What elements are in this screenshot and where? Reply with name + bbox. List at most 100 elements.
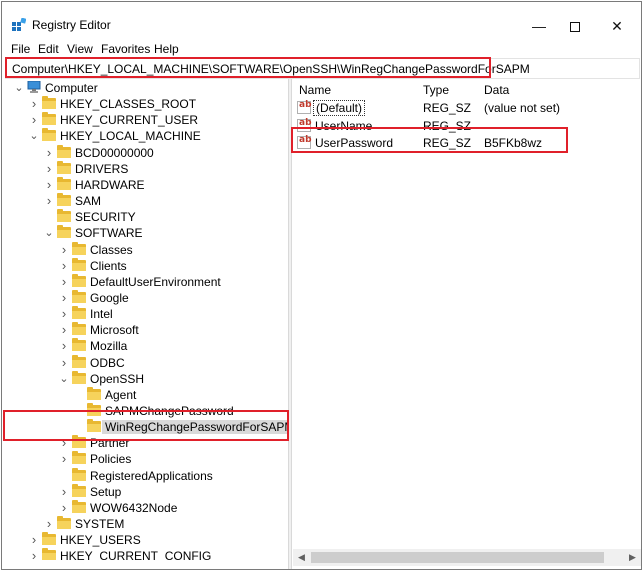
key-tree-pane[interactable]: ⌄ Computer › HKEY_CLASSES_ROOT › HKEY_CURRENT… [2, 79, 288, 561]
tree-item-label: HKEY_CLASSES_ROOT [60, 97, 197, 112]
chevron-right-icon[interactable]: › [59, 306, 69, 322]
folder-icon [87, 419, 101, 433]
chevron-right-icon[interactable]: › [59, 484, 69, 500]
tree-item-label: SOFTWARE [75, 226, 143, 241]
pane-splitter[interactable] [288, 79, 292, 569]
maximize-button[interactable] [552, 12, 598, 40]
folder-icon [57, 209, 71, 223]
tree-item[interactable]: › Intel [2, 306, 288, 322]
chevron-down-icon[interactable]: ⌄ [59, 371, 69, 387]
value-type: REG_SZ [423, 136, 472, 150]
column-header-data[interactable]: Data [484, 83, 509, 97]
chevron-down-icon[interactable]: ⌄ [29, 128, 39, 144]
tree-item[interactable]: › HKEY_USERS [2, 532, 288, 548]
chevron-right-icon[interactable]: › [59, 338, 69, 354]
folder-icon [72, 435, 86, 449]
chevron-right-icon[interactable]: › [29, 96, 39, 112]
tree-item[interactable]: › Classes [2, 241, 288, 258]
chevron-right-icon[interactable]: › [44, 516, 54, 532]
value-name: UserName [315, 119, 373, 133]
menu-view[interactable]: View [67, 42, 93, 56]
horizontal-scrollbar[interactable]: ◀ ▶ [293, 549, 641, 566]
tree-item-label: HKEY_LOCAL_MACHINE [60, 129, 201, 144]
scroll-left-arrow-icon[interactable]: ◀ [293, 549, 310, 566]
chevron-right-icon[interactable]: › [44, 161, 54, 177]
close-button[interactable]: ✕ [594, 12, 640, 40]
tree-item[interactable]: › Clients [2, 257, 288, 274]
tree-item[interactable]: › HARDWARE [2, 176, 288, 193]
tree-item[interactable]: › Partner [2, 435, 288, 451]
tree-item[interactable]: ⌄ SOFTWARE [2, 225, 288, 241]
values-list-pane[interactable]: Name Type Data ab (Default) REG_SZ (valu… [293, 79, 641, 549]
tree-item-label: OpenSSH [90, 371, 145, 386]
chevron-right-icon[interactable]: › [44, 177, 54, 193]
chevron-right-icon[interactable]: › [59, 274, 69, 290]
tree-item-label: SAPMChangePassword [105, 404, 234, 418]
tree-item[interactable]: SECURITY [2, 209, 288, 225]
chevron-right-icon[interactable]: › [59, 322, 69, 338]
tree-item[interactable]: SAPMChangePassword [2, 403, 288, 419]
column-header-type[interactable]: Type [423, 83, 449, 97]
chevron-right-icon[interactable]: › [59, 500, 69, 516]
tree-item[interactable]: Agent [2, 386, 288, 403]
folder-icon [87, 403, 101, 416]
tree-item[interactable]: › Microsoft [2, 322, 288, 338]
tree-item-label: Microsoft [90, 323, 139, 338]
value-type: REG_SZ [423, 119, 472, 133]
scroll-thumb[interactable] [311, 552, 604, 563]
chevron-down-icon[interactable]: ⌄ [44, 225, 54, 241]
tree-item-label: HARDWARE [75, 177, 145, 192]
scroll-right-arrow-icon[interactable]: ▶ [624, 549, 641, 566]
chevron-right-icon[interactable]: › [59, 435, 69, 451]
value-row-username[interactable]: ab UserName REG_SZ [293, 117, 641, 135]
tree-item[interactable]: › SAM [2, 193, 288, 209]
chevron-right-icon[interactable]: › [29, 532, 39, 548]
tree-item[interactable]: › DRIVERS [2, 160, 288, 177]
chevron-right-icon[interactable]: › [59, 258, 69, 274]
chevron-down-icon[interactable]: ⌄ [14, 80, 24, 96]
tree-item[interactable]: › DefaultUserEnvironment [2, 273, 288, 290]
tree-item-label: Agent [105, 387, 137, 402]
chevron-right-icon[interactable]: › [59, 355, 69, 371]
chevron-right-icon[interactable]: › [44, 193, 54, 209]
folder-icon [57, 176, 71, 190]
tree-item[interactable]: ⌄ HKEY_LOCAL_MACHINE [2, 128, 288, 144]
chevron-right-icon[interactable]: › [59, 242, 69, 258]
tree-item[interactable]: ⌄ Computer [2, 80, 288, 96]
chevron-right-icon[interactable]: › [59, 290, 69, 306]
chevron-right-icon[interactable]: › [59, 451, 69, 467]
menu-help[interactable]: Help [154, 42, 179, 56]
chevron-right-icon[interactable]: › [29, 112, 39, 128]
menu-file[interactable]: File [11, 42, 30, 56]
tree-item[interactable]: RegisteredApplications [2, 467, 288, 484]
tree-item-label: BCD00000000 [75, 145, 154, 160]
address-bar[interactable]: Computer\HKEY_LOCAL_MACHINE\SOFTWARE\Ope… [5, 58, 640, 79]
tree-item[interactable]: › WOW6432Node [2, 499, 288, 516]
menu-edit[interactable]: Edit [38, 42, 59, 56]
value-row-userpassword[interactable]: ab UserPassword REG_SZ B5FKb8wz [293, 134, 641, 152]
chevron-right-icon[interactable]: › [44, 145, 54, 161]
tree-item[interactable]: › Setup [2, 483, 288, 500]
tree-item[interactable]: › BCD00000000 [2, 144, 288, 161]
tree-item[interactable]: › ODBC [2, 354, 288, 371]
value-row-default[interactable]: ab (Default) REG_SZ (value not set) [293, 99, 641, 117]
tree-item[interactable]: › SYSTEM [2, 516, 288, 532]
tree-item[interactable]: WinRegChangePasswordForSAPM [2, 419, 288, 435]
column-header-name[interactable]: Name [299, 83, 331, 97]
string-value-icon: ab [297, 135, 312, 149]
tree-item[interactable]: ⌄ OpenSSH [2, 370, 288, 387]
tree-item[interactable]: › HKEY_CLASSES_ROOT [2, 96, 288, 112]
folder-icon [72, 322, 86, 336]
tree-item[interactable]: › Google [2, 289, 288, 306]
folder-icon [57, 193, 71, 207]
folder-icon [57, 160, 71, 174]
tree-item[interactable]: › Policies [2, 451, 288, 467]
folder-icon [87, 386, 101, 400]
tree-item-label: Google [90, 290, 129, 305]
menu-favorites[interactable]: Favorites [101, 42, 150, 56]
tree-item[interactable]: › HKEY_CURRENT_USER [2, 112, 288, 128]
tree-item-label: WinRegChangePasswordForSAPM [102, 420, 288, 435]
folder-icon [42, 532, 56, 546]
tree-item[interactable]: › Mozilla [2, 338, 288, 354]
folder-icon [72, 289, 86, 303]
